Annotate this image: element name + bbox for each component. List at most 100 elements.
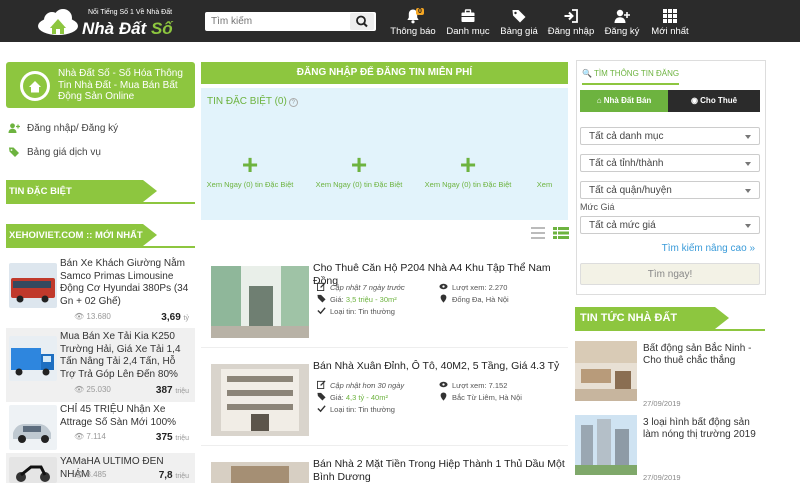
advanced-search-link[interactable]: Tìm kiếm nâng cao » (662, 243, 755, 254)
top-bar: Nổi Tiếng Số 1 Về Nhà Đất Nhà Đất Số 0 T… (0, 0, 800, 42)
price-select[interactable]: Tất cả mức giá (580, 216, 760, 234)
section-title: TIN ĐẶC BIỆT (9, 186, 72, 197)
special-placeholder[interactable]: + Xem Ngay (0) tin Đặc Biệt (205, 149, 295, 191)
placeholder-text: Xem Ngay (0) tin Đặc Biệt (315, 180, 403, 189)
eye-icon (439, 381, 448, 388)
price-info: Giá: 4,3 tỷ - 40m² (317, 392, 388, 402)
tab-rent-label: Cho Thuê (700, 96, 738, 105)
plus-icon: + (241, 149, 259, 180)
login-to-post-banner[interactable]: ĐĂNG NHẬP ĐỂ ĐĂNG TIN MIỄN PHÍ (201, 62, 568, 84)
nav-label: Danh mục (446, 26, 490, 37)
listing-item[interactable]: Bán Xe Khách Giường Nằm Samco Primas Lim… (6, 255, 195, 329)
motorbike-thumbnail (9, 457, 57, 483)
brand-main: Nhà Đất (82, 19, 147, 38)
nav-categories[interactable]: Danh mục (445, 6, 491, 40)
listing-price: 7,8 triệu (159, 470, 189, 481)
site-logo[interactable]: Nổi Tiếng Số 1 Về Nhà Đất Nhà Đất Số (36, 6, 173, 38)
map-marker-icon (440, 294, 447, 303)
check-icon (317, 307, 326, 315)
listing-item[interactable]: YAMaHA ULTIMO ĐEN NHÁM 👁 8.485 7,8 triệu (6, 453, 195, 483)
district-select[interactable]: Tất cả quận/huyện (580, 181, 760, 199)
special-placeholder[interactable]: + Xem Ngay (0) tin Đặc Biệt (314, 151, 404, 191)
nav-notifications[interactable]: 0 Thông báo (390, 6, 436, 40)
sidebar-login-link[interactable]: Đăng nhập/ Đăng ký (8, 122, 158, 136)
site-intro-card[interactable]: Nhà Đất Số - Số Hóa Thông Tin Nhà Đất - … (6, 62, 195, 108)
views-text: Lượt xem: 7.152 (452, 381, 508, 390)
location-text: Đống Đa, Hà Nội (452, 295, 509, 304)
property-listing[interactable]: Cho Thuê Căn Hộ P204 Nhà A4 Khu Tập Thể … (201, 250, 568, 348)
tag-icon (9, 147, 19, 157)
tags-icon (512, 10, 526, 23)
views-count: 13.680 (86, 312, 111, 321)
news-item[interactable]: Bất động sản Bắc Ninh - Cho thuê chắc th… (575, 341, 765, 409)
nav-pricing[interactable]: Bảng giá (497, 6, 541, 40)
listing-views: 👁 25.030 (74, 385, 111, 394)
listing-title: CHỈ 45 TRIỆU Nhận Xe Attrage Số Sàn Mới … (60, 404, 177, 428)
special-placeholder[interactable]: +Xem (521, 152, 568, 191)
special-heading-text: TIN ĐẶC BIỆT (0) (207, 96, 287, 107)
grid-view-icon[interactable] (553, 227, 569, 239)
tab-rent[interactable]: ◉ Cho Thuê (668, 90, 760, 112)
property-listing[interactable]: Bán Nhà 2 Mặt Tiền Trong Hiệp Thành 1 Th… (201, 446, 568, 483)
nav-register[interactable]: Đăng ký (602, 6, 642, 40)
price-value: 387 (155, 385, 173, 396)
placeholder-text: Xem (536, 180, 553, 189)
news-item[interactable]: 3 loại hình bất động sản làm nóng thị tr… (575, 415, 765, 483)
listing-type: Loại tin: Tin thường (317, 306, 395, 316)
property-title[interactable]: Bán Nhà Xuân Đỉnh, Ô Tô, 40M2, 5 Tầng, G… (313, 360, 565, 373)
search-now-button[interactable]: Tìm ngay! (580, 263, 760, 285)
price-value: 3,5 (345, 295, 357, 304)
special-heading: TIN ĐẶC BIỆT (0)? (207, 96, 298, 107)
views-count: 7.114 (86, 432, 106, 441)
listing-title: Mua Bán Xe Tải Kia K250 Trường Hải, Giá … (60, 331, 181, 380)
property-title[interactable]: Bán Nhà 2 Mặt Tiền Trong Hiệp Thành 1 Th… (313, 458, 565, 483)
logo-brand: Nhà Đất Số (82, 19, 173, 39)
price-unit: tỷ - 40m² (358, 393, 388, 402)
listing-item[interactable]: Mua Bán Xe Tải Kia K250 Trường Hải, Giá … (6, 328, 195, 402)
tab-sell[interactable]: ⌂ Nhà Đất Bán (580, 90, 668, 112)
listing-price: 3,69 tỷ (161, 312, 189, 323)
list-view-icon[interactable] (531, 227, 545, 239)
views-count: 8.485 (86, 470, 107, 479)
property-thumbnail (211, 364, 309, 436)
help-icon[interactable]: ? (288, 98, 298, 107)
notification-badge: 0 (416, 8, 424, 15)
category-select[interactable]: Tất cả danh mục (580, 127, 760, 145)
province-select[interactable]: Tất cả tỉnh/thành (580, 154, 760, 172)
price-value: 375 (155, 432, 173, 443)
listing-type: Loại tin: Tin thường (317, 404, 395, 414)
tab-sell-label: Nhà Đất Bán (603, 96, 652, 105)
news-title: Bất động sản Bắc Ninh - Cho thuê chắc th… (643, 343, 752, 366)
search-button[interactable] (350, 13, 374, 30)
news-date: 27/09/2019 (643, 473, 681, 482)
placeholder-text: Xem Ngay (0) tin Đặc Biệt (206, 180, 294, 189)
search-input[interactable] (205, 12, 351, 31)
sidebar-login-label: Đăng nhập/ Đăng ký (27, 123, 119, 134)
price-unit: triệu - 30m² (358, 295, 397, 304)
special-placeholder[interactable]: + Xem Ngay (0) tin Đặc Biệt (423, 151, 513, 191)
check-icon (317, 405, 326, 413)
nav-newest[interactable]: Mới nhất (648, 6, 692, 40)
truck-thumbnail (9, 336, 57, 381)
listing-title: Bán Xe Khách Giường Nằm Samco Primas Lim… (60, 258, 189, 307)
section-divider (6, 202, 195, 204)
intro-logo (20, 71, 50, 101)
sidebar-pricing-link[interactable]: Bảng giá dịch vụ (8, 146, 158, 160)
price-prefix: Giá: (330, 393, 344, 402)
nav-login[interactable]: Đăng nhập (547, 6, 595, 40)
nav-label: Bảng giá (500, 26, 538, 37)
sign-in-icon (564, 9, 578, 23)
tags-icon (317, 392, 326, 401)
user-plus-icon (614, 9, 630, 23)
price-unit: triệu (175, 388, 189, 395)
price-label: Mức Giá (580, 202, 615, 212)
listing-item[interactable]: CHỈ 45 TRIỆU Nhận Xe Attrage Số Sàn Mới … (6, 401, 195, 451)
nav-label: Mới nhất (651, 26, 689, 37)
search-box (205, 12, 376, 31)
section-divider (6, 246, 195, 248)
property-listing[interactable]: Bán Nhà Xuân Đỉnh, Ô Tô, 40M2, 5 Tầng, G… (201, 348, 568, 446)
house-logo-icon (23, 74, 47, 98)
news-title: TIN TỨC NHÀ ĐẤT (580, 312, 678, 324)
property-thumbnail (211, 462, 309, 483)
map-marker-icon (440, 392, 447, 401)
